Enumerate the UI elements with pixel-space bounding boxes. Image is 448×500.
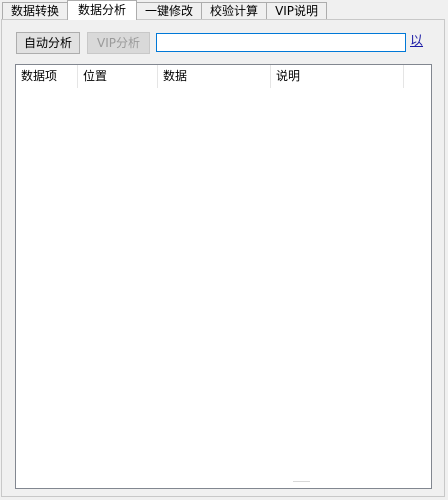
auto-analyze-button[interactable]: 自动分析 [16,32,80,54]
tab-data-convert[interactable]: 数据转换 [2,2,69,20]
tab-one-click-modify[interactable]: 一键修改 [136,2,203,20]
vip-analyze-button: VIP分析 [87,32,150,54]
column-header-position[interactable]: 位置 [78,65,158,88]
column-header-data[interactable]: 数据 [158,65,271,88]
tab-strip: 数据转换 数据分析 一键修改 校验计算 VIP说明 [2,0,328,20]
analysis-list-view[interactable]: 数据项 位置 数据 说明 [15,64,432,489]
column-header-item[interactable]: 数据项 [16,65,78,88]
tab-data-analysis[interactable]: 数据分析 [67,0,138,20]
scroll-hint [293,481,310,482]
tab-vip-info[interactable]: VIP说明 [266,2,328,20]
link-icon[interactable]: 以 [410,33,423,50]
list-header: 数据项 位置 数据 说明 [16,65,431,88]
data-input-field[interactable] [156,33,406,52]
tab-checksum-calc[interactable]: 校验计算 [201,2,268,20]
column-header-filler [404,65,431,88]
column-header-description[interactable]: 说明 [271,65,404,88]
